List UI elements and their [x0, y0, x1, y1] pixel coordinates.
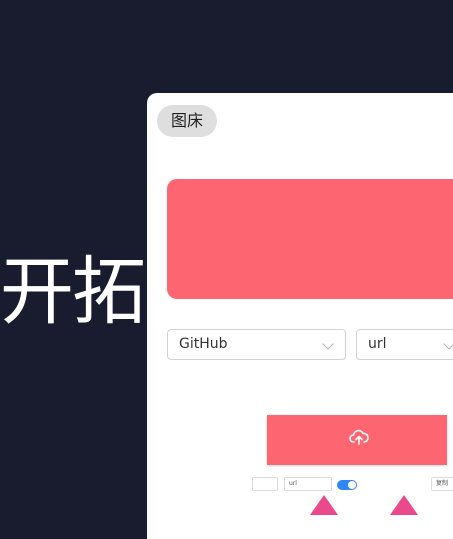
cloud-upload-icon — [349, 429, 369, 445]
hero-heading: 开拓 — [0, 249, 146, 335]
host-select-value: GitHub — [179, 336, 228, 352]
chevron-down-icon — [443, 338, 453, 350]
mini-select-format: url — [284, 477, 332, 491]
image-host-tag[interactable]: 图床 — [157, 105, 217, 137]
ui-preview-thumbnail: url 复制 — [252, 409, 453, 539]
mini-copy-button: 复制 — [431, 477, 453, 491]
pointer-arrow-icon — [310, 495, 338, 515]
format-select[interactable]: url — [356, 329, 453, 360]
mini-select — [252, 477, 278, 491]
banner — [167, 179, 453, 299]
pointer-arrow-icon — [390, 495, 418, 515]
chevron-down-icon — [322, 338, 334, 350]
host-select[interactable]: GitHub — [167, 329, 346, 360]
app-window-preview: 图床 GitHub url url 复制 — [147, 93, 453, 539]
mini-toggle — [337, 480, 357, 490]
upload-area[interactable] — [267, 415, 447, 465]
format-select-value: url — [368, 336, 387, 352]
